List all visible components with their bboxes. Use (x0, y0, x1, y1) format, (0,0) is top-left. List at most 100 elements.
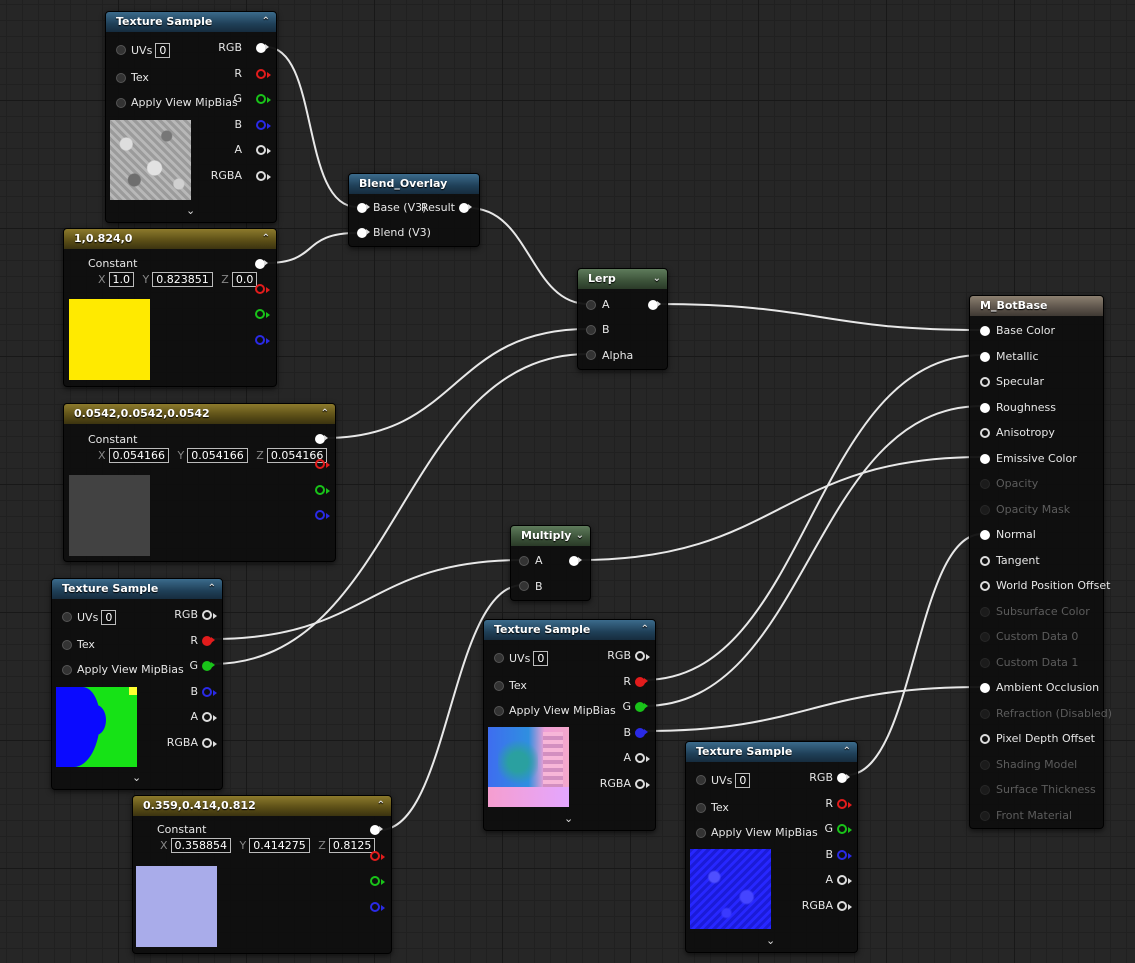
collapse-chevron-icon[interactable]: ⌃ (641, 620, 649, 640)
lerp-output-pin[interactable] (648, 300, 661, 310)
a-output-pin[interactable] (837, 875, 852, 885)
rgb-output-pin[interactable] (202, 610, 217, 620)
node-header[interactable]: 0.359,0.414,0.812 ⌃ (133, 796, 391, 816)
r-output-pin[interactable] (256, 69, 271, 79)
result-output-pin[interactable] (459, 203, 472, 213)
y-value-field[interactable]: 0.054166 (187, 448, 248, 463)
mipbias-input-pin[interactable] (696, 828, 706, 838)
uvs-value-field[interactable]: 0 (533, 651, 549, 666)
material-input-pin[interactable] (980, 377, 990, 387)
b-input-pin[interactable] (519, 581, 529, 591)
rgba-output-pin[interactable] (837, 901, 852, 911)
g-output-pin[interactable] (202, 661, 215, 671)
x-value-field[interactable]: 0.358854 (170, 838, 232, 853)
uvs-input-pin[interactable] (494, 653, 504, 663)
r-output-pin[interactable] (635, 677, 648, 687)
rgba-output-pin[interactable] (256, 171, 271, 181)
collapse-chevron-icon[interactable]: ⌄ (576, 526, 584, 546)
uvs-input-pin[interactable] (696, 775, 706, 785)
y-value-field[interactable]: 0.414275 (249, 838, 310, 853)
rgb-output-pin[interactable] (315, 434, 328, 444)
collapse-chevron-icon[interactable]: ⌄ (653, 269, 661, 289)
mipbias-input-pin[interactable] (62, 665, 72, 675)
material-input-pin[interactable] (980, 351, 990, 362)
node-header[interactable]: Texture Sample ⌃ (106, 12, 276, 32)
tex-input-pin[interactable] (116, 73, 126, 83)
material-input-pin[interactable] (980, 734, 990, 744)
uvs-value-field[interactable]: 0 (155, 43, 171, 58)
mipbias-input-pin[interactable] (494, 706, 504, 716)
node-header[interactable]: Texture Sample ⌃ (686, 742, 857, 762)
multiply-output-pin[interactable] (569, 556, 582, 566)
texture-sample-node-3[interactable]: Texture Sample ⌃ UVs 0 Tex Apply View Mip… (483, 619, 656, 831)
collapse-chevron-icon[interactable]: ⌃ (377, 796, 385, 816)
mipbias-input-pin[interactable] (116, 98, 126, 108)
collapse-chevron-icon[interactable]: ⌃ (208, 579, 216, 599)
node-header[interactable]: M_BotBase (970, 296, 1103, 316)
rgb-output-pin[interactable] (255, 259, 268, 269)
collapse-chevron-icon[interactable]: ⌃ (843, 742, 851, 762)
b-output-pin[interactable] (202, 687, 217, 697)
blend-input-pin[interactable] (357, 228, 370, 238)
a-output-pin[interactable] (635, 753, 650, 763)
r-output-pin[interactable] (370, 851, 385, 861)
g-output-pin[interactable] (255, 309, 270, 319)
blend-overlay-node[interactable]: Blend_Overlay Base (V3) Blend (V3) Resul… (348, 173, 480, 247)
b-output-pin[interactable] (837, 850, 852, 860)
tex-input-pin[interactable] (494, 681, 504, 691)
node-header[interactable]: 1,0.824,0 ⌃ (64, 229, 276, 249)
material-input-pin[interactable] (980, 428, 990, 438)
r-output-pin[interactable] (315, 459, 330, 469)
alpha-input-pin[interactable] (586, 350, 596, 360)
x-value-field[interactable]: 0.054166 (108, 448, 170, 463)
material-input-pin[interactable] (980, 453, 990, 464)
a-output-pin[interactable] (256, 145, 271, 155)
g-output-pin[interactable] (635, 702, 648, 712)
material-result-node[interactable]: M_BotBase Base Color Metallic Specular Roug… (969, 295, 1112, 829)
uvs-input-pin[interactable] (62, 612, 72, 622)
rgba-output-pin[interactable] (202, 738, 217, 748)
node-header[interactable]: Texture Sample ⌃ (484, 620, 655, 640)
texture-sample-node-1[interactable]: Texture Sample ⌃ UVs 0 Tex Apply View Mip… (105, 11, 277, 223)
g-output-pin[interactable] (315, 485, 330, 495)
b-output-pin[interactable] (315, 510, 330, 520)
collapse-chevron-icon[interactable]: ⌃ (321, 404, 329, 424)
uvs-value-field[interactable]: 0 (735, 773, 751, 788)
a-output-pin[interactable] (202, 712, 217, 722)
expand-preview-chevron-icon[interactable]: ⌄ (186, 204, 195, 217)
rgb-output-pin[interactable] (370, 825, 383, 835)
y-value-field[interactable]: 0.823851 (152, 272, 213, 287)
constant-node-grey[interactable]: 0.0542,0.0542,0.0542 ⌃ Constant X 0.05416… (63, 403, 336, 562)
material-input-pin[interactable] (980, 581, 990, 591)
collapse-chevron-icon[interactable]: ⌃ (262, 229, 270, 249)
b-input-pin[interactable] (586, 325, 596, 335)
rgba-output-pin[interactable] (635, 779, 650, 789)
b-output-pin[interactable] (635, 728, 648, 738)
multiply-node[interactable]: Multiply ⌄ A B (510, 525, 591, 601)
rgb-output-pin[interactable] (256, 43, 269, 53)
r-output-pin[interactable] (837, 799, 852, 809)
material-input-pin[interactable] (980, 402, 990, 413)
uvs-value-field[interactable]: 0 (101, 610, 117, 625)
r-output-pin[interactable] (255, 284, 270, 294)
collapse-chevron-icon[interactable]: ⌃ (262, 12, 270, 32)
node-header[interactable]: Multiply ⌄ (511, 526, 590, 546)
b-output-pin[interactable] (255, 335, 270, 345)
b-output-pin[interactable] (370, 902, 385, 912)
a-input-pin[interactable] (586, 300, 596, 310)
b-output-pin[interactable] (256, 120, 271, 130)
g-output-pin[interactable] (837, 824, 852, 834)
constant-node-yellow[interactable]: 1,0.824,0 ⌃ Constant X 1.0 Y 0.823851 Z 0.0 (63, 228, 277, 387)
material-input-pin[interactable] (980, 555, 990, 566)
tex-input-pin[interactable] (62, 640, 72, 650)
g-output-pin[interactable] (370, 876, 385, 886)
z-value-field[interactable]: 0.8125 (328, 838, 376, 853)
base-input-pin[interactable] (357, 203, 370, 213)
node-header[interactable]: 0.0542,0.0542,0.0542 ⌃ (64, 404, 335, 424)
rgb-output-pin[interactable] (837, 773, 850, 783)
expand-preview-chevron-icon[interactable]: ⌄ (564, 812, 573, 825)
z-value-field[interactable]: 0.0 (231, 272, 258, 287)
g-output-pin[interactable] (256, 94, 271, 104)
material-input-pin[interactable] (980, 683, 990, 693)
rgb-output-pin[interactable] (635, 651, 650, 661)
